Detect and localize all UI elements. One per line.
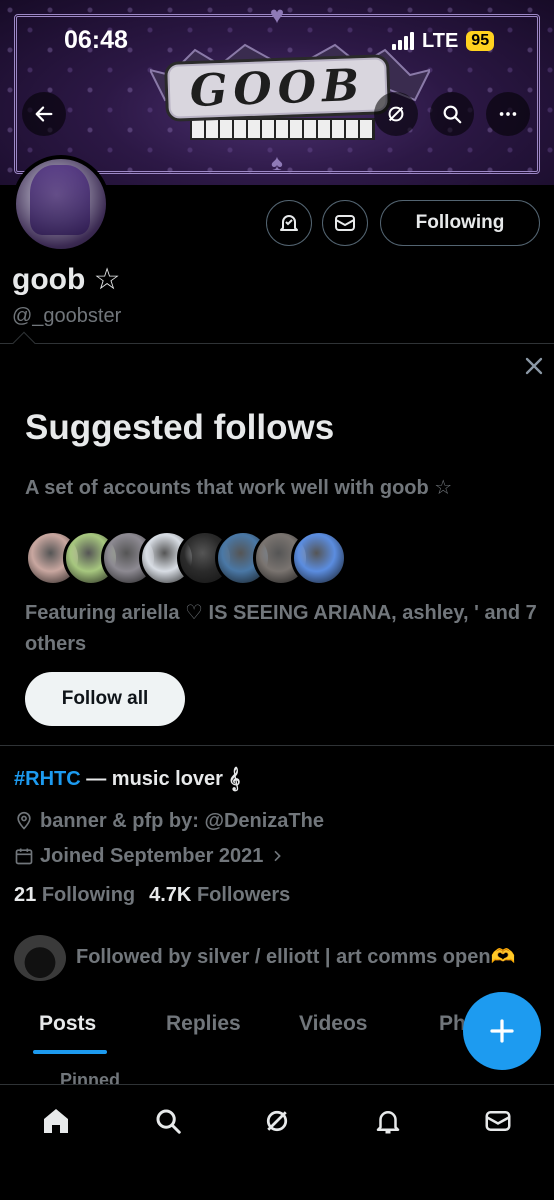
- divider: [0, 343, 554, 344]
- bio-text: — music lover 𝄞: [80, 768, 241, 790]
- status-indicators: LTE 95: [392, 28, 495, 54]
- more-icon: [499, 112, 517, 116]
- home-icon: [44, 1109, 68, 1133]
- avatar-detail: [30, 165, 90, 235]
- search-icon: [443, 105, 462, 124]
- signal-icon: [392, 32, 414, 50]
- following-count: 21: [14, 884, 37, 906]
- search-icon: [156, 1109, 181, 1134]
- suggested-avatar: [291, 530, 347, 586]
- mutual-avatar: [14, 935, 66, 981]
- envelope-icon: [485, 1111, 511, 1131]
- nav-notifications[interactable]: [370, 1103, 406, 1139]
- following-label: Following: [41, 884, 136, 906]
- followers-label: Followers: [196, 884, 291, 906]
- grok-icon: [388, 106, 404, 122]
- back-arrow-icon: [35, 106, 53, 122]
- bio: #RHTC — music lover 𝄞: [14, 768, 240, 791]
- grok-button[interactable]: [374, 92, 418, 136]
- plus-icon: [490, 1019, 514, 1043]
- network-label: LTE: [422, 29, 459, 52]
- nav-grok[interactable]: [259, 1103, 295, 1139]
- tab-videos[interactable]: Videos: [299, 1012, 367, 1036]
- chevron-right-icon: [274, 850, 282, 862]
- nav-messages[interactable]: [480, 1103, 516, 1139]
- suggested-follows-title: Suggested follows: [25, 408, 335, 447]
- divider: [0, 745, 554, 746]
- envelope-icon: [335, 215, 355, 231]
- piano-keys-decoration: [190, 118, 375, 140]
- hashtag-link[interactable]: #RHTC: [14, 768, 81, 790]
- battery-icon: 95: [466, 31, 495, 51]
- search-button[interactable]: [430, 92, 474, 136]
- joined-row[interactable]: Joined September 2021: [14, 843, 285, 869]
- location-row: banner & pfp by: @DenizaThe: [14, 808, 324, 834]
- back-button[interactable]: [22, 92, 66, 136]
- tab-photos[interactable]: Ph: [439, 1012, 466, 1036]
- joined-text: Joined September 2021: [40, 844, 264, 867]
- bell-icon: [376, 1111, 400, 1134]
- banner-logo: GOOB: [164, 54, 391, 122]
- bottom-nav: [0, 1084, 554, 1200]
- notifications-button[interactable]: [266, 200, 312, 246]
- close-icon[interactable]: [520, 352, 548, 380]
- active-tab-indicator: [33, 1050, 107, 1054]
- follow-counts: 21 Following 4.7K Followers: [14, 884, 290, 907]
- location-pin-icon: [17, 811, 31, 830]
- location-text: banner & pfp by: @DenizaThe: [40, 809, 324, 832]
- callout-caret: [12, 331, 36, 355]
- grok-icon: [266, 1110, 288, 1132]
- calendar-icon: [15, 848, 33, 865]
- status-time: 06:48: [64, 26, 128, 54]
- username-handle: @_goobster: [12, 305, 122, 327]
- bell-check-icon: [280, 215, 298, 231]
- suggested-follows-subtitle: A set of accounts that work well with go…: [25, 477, 453, 499]
- nav-home[interactable]: [38, 1103, 74, 1139]
- compose-button[interactable]: [463, 992, 541, 1070]
- followers-count-link[interactable]: 4.7K Followers: [149, 884, 290, 907]
- heart-ornament-icon: ♥: [269, 2, 285, 29]
- tab-posts[interactable]: Posts: [39, 1012, 96, 1036]
- following-button[interactable]: Following: [380, 200, 540, 246]
- spade-ornament-icon: ♠: [271, 150, 283, 175]
- nav-search[interactable]: [150, 1103, 186, 1139]
- follow-all-button[interactable]: Follow all: [25, 672, 185, 726]
- display-name: goob ☆: [12, 263, 121, 296]
- followed-by-text[interactable]: Followed by silver / elliott | art comms…: [76, 944, 515, 969]
- message-button[interactable]: [322, 200, 368, 246]
- followers-count: 4.7K: [149, 884, 192, 906]
- suggested-avatars[interactable]: [25, 530, 347, 586]
- more-button[interactable]: [486, 92, 530, 136]
- tab-replies[interactable]: Replies: [166, 1012, 241, 1036]
- following-count-link[interactable]: 21 Following: [14, 884, 135, 907]
- featuring-text: Featuring ariella ♡ IS SEEING ARIANA, as…: [25, 602, 537, 655]
